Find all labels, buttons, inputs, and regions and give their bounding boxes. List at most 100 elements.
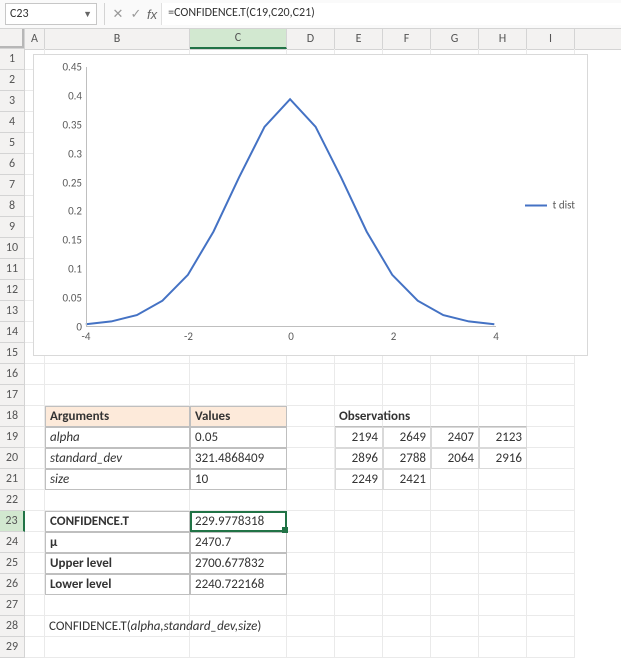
row-header-3[interactable]: 3	[0, 91, 25, 112]
cell-A21[interactable]	[25, 469, 45, 490]
row-header-26[interactable]: 26	[0, 574, 25, 595]
cell-F17[interactable]	[383, 385, 431, 406]
row-header-15[interactable]: 15	[0, 343, 25, 364]
cell-D28[interactable]	[287, 616, 335, 637]
cell-B25[interactable]: Upper level	[45, 553, 190, 574]
cell-A19[interactable]	[25, 427, 45, 448]
cell-H21[interactable]	[479, 469, 527, 490]
cell-H17[interactable]	[479, 385, 527, 406]
chart-t-dist[interactable]: t dist 00.050.10.150.20.250.30.350.40.45…	[33, 54, 588, 356]
cell-G17[interactable]	[431, 385, 479, 406]
cell-I19[interactable]	[527, 427, 575, 448]
cell-F22[interactable]	[383, 490, 431, 511]
cell-A23[interactable]	[25, 511, 45, 532]
row-header-23[interactable]: 23	[0, 511, 25, 532]
cell-I27[interactable]	[527, 595, 575, 616]
cell-D23[interactable]	[287, 511, 335, 532]
cell-G21[interactable]	[431, 469, 479, 490]
cell-H26[interactable]	[479, 574, 527, 595]
row-header-29[interactable]: 29	[0, 637, 25, 658]
cell-B27[interactable]	[45, 595, 190, 616]
row-header-11[interactable]: 11	[0, 259, 25, 280]
cell-E22[interactable]	[335, 490, 383, 511]
cell-E25[interactable]	[335, 553, 383, 574]
cell-G29[interactable]	[431, 637, 479, 658]
cell-D17[interactable]	[287, 385, 335, 406]
cell-E26[interactable]	[335, 574, 383, 595]
cell-A20[interactable]	[25, 448, 45, 469]
cell-A18[interactable]	[25, 406, 45, 427]
cell-H25[interactable]	[479, 553, 527, 574]
cell-C22[interactable]	[190, 490, 287, 511]
col-header-D[interactable]: D	[287, 29, 335, 49]
cell-G23[interactable]	[431, 511, 479, 532]
cell-E24[interactable]	[335, 532, 383, 553]
cell-C17[interactable]	[190, 385, 287, 406]
cell-F23[interactable]	[383, 511, 431, 532]
row-header-1[interactable]: 1	[0, 49, 25, 70]
cell-B23[interactable]: CONFIDENCE.T	[45, 511, 190, 532]
cell-D22[interactable]	[287, 490, 335, 511]
col-header-C[interactable]: C	[190, 29, 287, 49]
cell-G28[interactable]	[431, 616, 479, 637]
cell-B21[interactable]: size	[45, 469, 190, 490]
select-all-corner[interactable]	[0, 29, 25, 49]
cell-B24[interactable]: μ	[45, 532, 190, 553]
cell-G20[interactable]: 2064	[431, 448, 479, 469]
cell-C27[interactable]	[190, 595, 287, 616]
cell-G18[interactable]	[431, 406, 479, 427]
row-header-21[interactable]: 21	[0, 469, 25, 490]
row-header-24[interactable]: 24	[0, 532, 25, 553]
cell-D18[interactable]	[287, 406, 335, 427]
col-header-G[interactable]: G	[431, 29, 479, 49]
cell-E27[interactable]	[335, 595, 383, 616]
cell-G24[interactable]	[431, 532, 479, 553]
cell-I23[interactable]	[527, 511, 575, 532]
cell-I25[interactable]	[527, 553, 575, 574]
row-header-19[interactable]: 19	[0, 427, 25, 448]
row-header-18[interactable]: 18	[0, 406, 25, 427]
cell-H19[interactable]: 2123	[479, 427, 527, 448]
cell-B20[interactable]: standard_dev	[45, 448, 190, 469]
cell-A24[interactable]	[25, 532, 45, 553]
formula-input[interactable]: =CONFIDENCE.T(C19,C20,C21)	[161, 3, 621, 25]
row-header-16[interactable]: 16	[0, 364, 25, 385]
cell-I20[interactable]	[527, 448, 575, 469]
col-header-I[interactable]: I	[527, 29, 575, 49]
cell-D19[interactable]	[287, 427, 335, 448]
col-header-H[interactable]: H	[479, 29, 527, 49]
row-header-12[interactable]: 12	[0, 280, 25, 301]
cell-F26[interactable]	[383, 574, 431, 595]
cell-H23[interactable]	[479, 511, 527, 532]
chevron-down-icon[interactable]: ▼	[79, 9, 92, 20]
cell-F29[interactable]	[383, 637, 431, 658]
cell-E28[interactable]	[335, 616, 383, 637]
sheet-area[interactable]: t dist 00.050.10.150.20.250.30.350.40.45…	[25, 49, 621, 658]
cell-B19[interactable]: alpha	[45, 427, 190, 448]
cell-H16[interactable]	[479, 364, 527, 385]
cell-H20[interactable]: 2916	[479, 448, 527, 469]
row-header-25[interactable]: 25	[0, 553, 25, 574]
cell-C29[interactable]	[190, 637, 287, 658]
cell-I18[interactable]	[527, 406, 575, 427]
cell-G22[interactable]	[431, 490, 479, 511]
row-header-8[interactable]: 8	[0, 196, 25, 217]
row-header-20[interactable]: 20	[0, 448, 25, 469]
col-header-F[interactable]: F	[383, 29, 431, 49]
cell-I29[interactable]	[527, 637, 575, 658]
cell-H24[interactable]	[479, 532, 527, 553]
row-header-17[interactable]: 17	[0, 385, 25, 406]
cell-F18[interactable]	[383, 406, 431, 427]
col-header-B[interactable]: B	[45, 29, 190, 49]
cell-E18[interactable]: Observations	[335, 406, 383, 427]
cell-G25[interactable]	[431, 553, 479, 574]
row-header-2[interactable]: 2	[0, 70, 25, 91]
cell-I16[interactable]	[527, 364, 575, 385]
name-box[interactable]: C23 ▼	[5, 3, 97, 25]
cell-C26[interactable]: 2240.722168	[190, 574, 287, 595]
cell-B28[interactable]: CONFIDENCE.T(alpha,standard_dev,size)	[45, 616, 190, 637]
cell-C19[interactable]: 0.05	[190, 427, 287, 448]
cell-A25[interactable]	[25, 553, 45, 574]
cell-D29[interactable]	[287, 637, 335, 658]
cell-G26[interactable]	[431, 574, 479, 595]
